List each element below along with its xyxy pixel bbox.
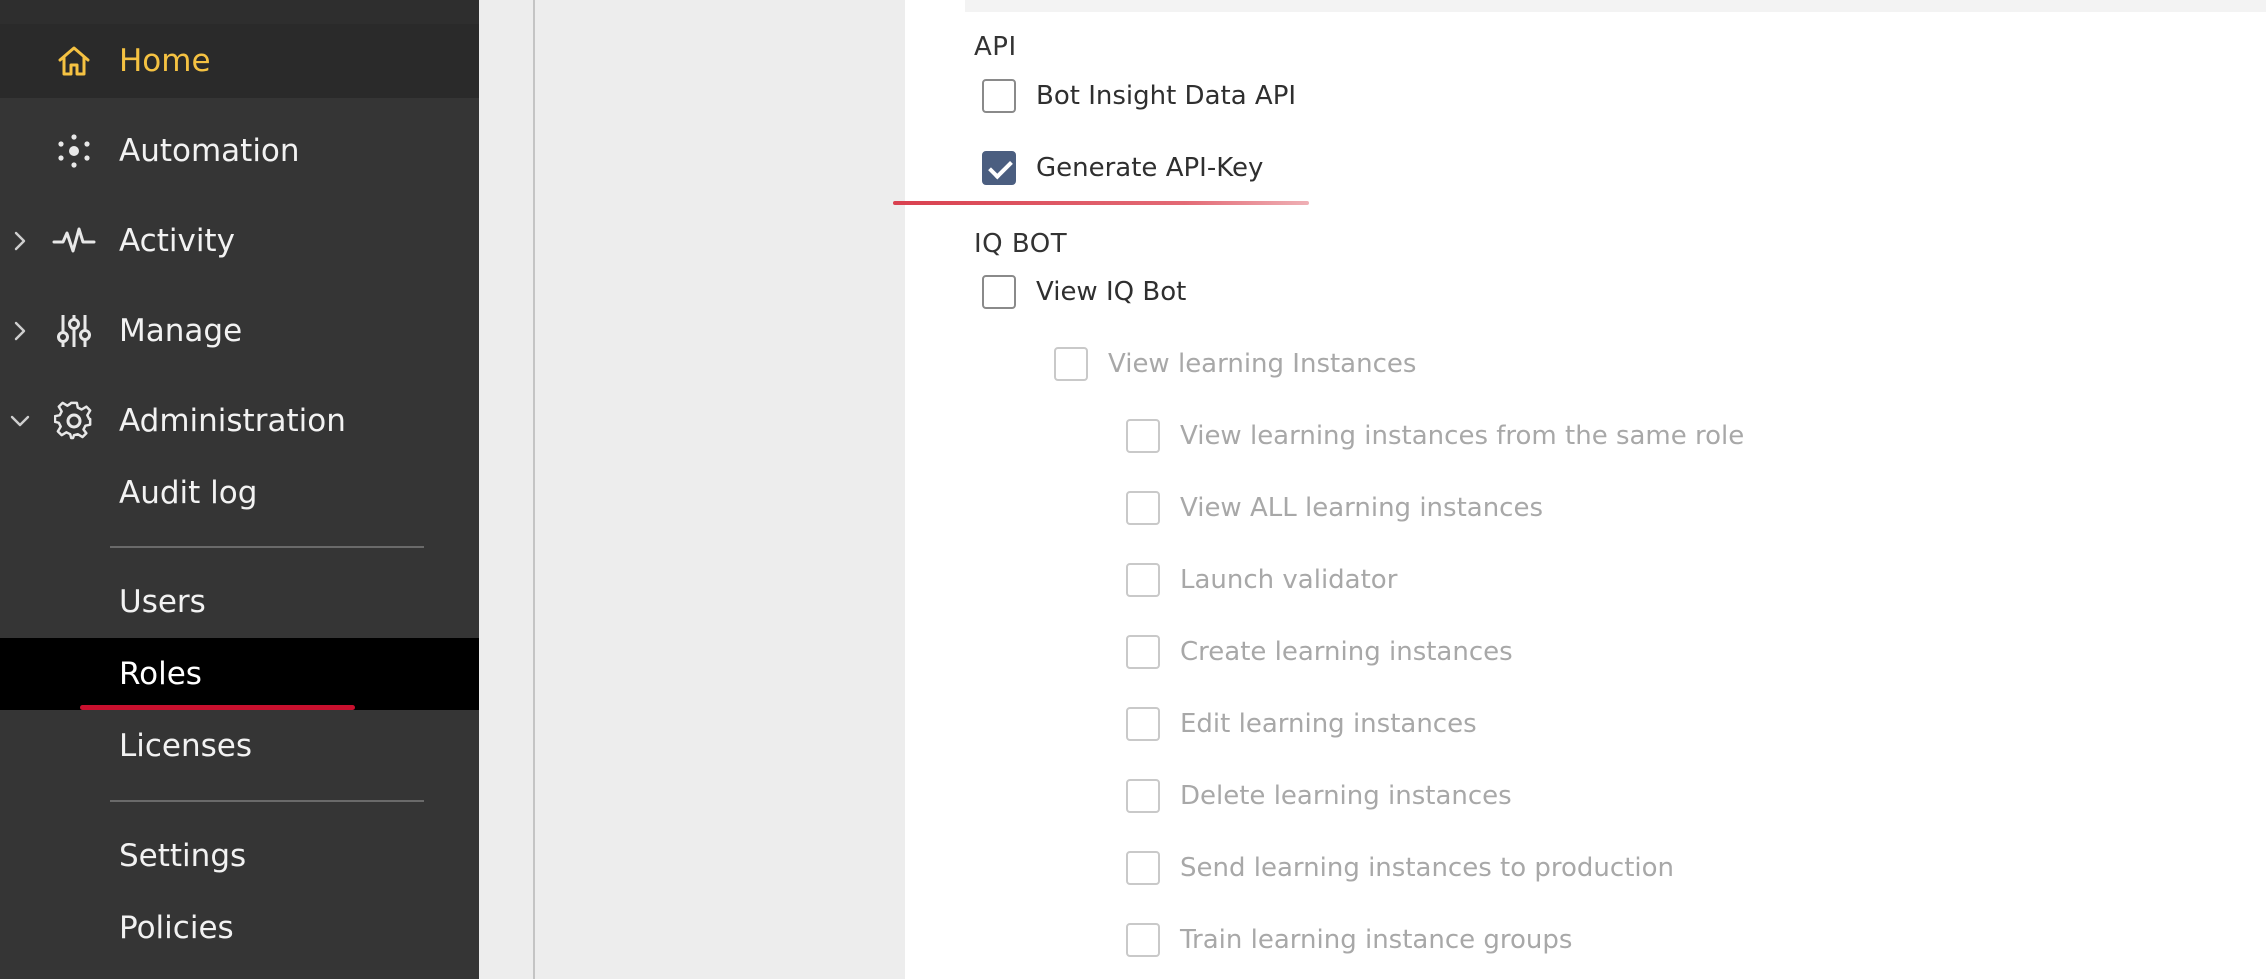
checkbox-label: View learning instances from the same ro…	[1180, 421, 1745, 451]
permission-view-iq-bot[interactable]: View IQ Bot	[982, 272, 1186, 312]
sidebar-item-label: Licenses	[119, 728, 253, 764]
sidebar-divider	[110, 546, 424, 548]
checkbox-label: Edit learning instances	[1180, 709, 1477, 739]
checkbox-checked[interactable]	[982, 151, 1016, 185]
nav-automation-label: Automation	[119, 133, 300, 169]
sidebar-item-policies[interactable]: Policies	[0, 892, 479, 964]
checkbox-label: Send learning instances to production	[1180, 853, 1675, 883]
sidebar-item-audit-log[interactable]: Audit log	[0, 457, 479, 529]
nav-manage[interactable]: Manage	[0, 294, 479, 368]
gear-icon	[52, 399, 96, 443]
sidebar-item-settings[interactable]: Settings	[0, 820, 479, 892]
panel-top-strip	[965, 0, 2266, 12]
activity-pulse-icon	[52, 219, 96, 263]
content-gutter	[479, 0, 905, 979]
sidebar-item-licenses[interactable]: Licenses	[0, 710, 479, 782]
permission-edit[interactable]: Edit learning instances	[1126, 704, 1477, 744]
nav-home-label: Home	[119, 43, 211, 79]
nav-administration-label: Administration	[119, 403, 346, 439]
checkbox[interactable]	[1126, 635, 1160, 669]
permission-send-to-production[interactable]: Send learning instances to production	[1126, 848, 1674, 888]
permission-generate-api-key[interactable]: Generate API-Key	[982, 148, 1263, 188]
sidebar-item-label: Roles	[119, 656, 202, 692]
permission-create[interactable]: Create learning instances	[1126, 632, 1513, 672]
checkbox-label: Launch validator	[1180, 565, 1398, 595]
chevron-right-icon[interactable]	[8, 319, 32, 343]
permission-view-learning-instances[interactable]: View learning Instances	[1054, 344, 1416, 384]
checkbox[interactable]	[1126, 563, 1160, 597]
sidebar-item-roles[interactable]: Roles	[0, 638, 479, 710]
checkbox-label: Generate API-Key	[1036, 153, 1264, 183]
permission-view-all[interactable]: View ALL learning instances	[1126, 488, 1543, 528]
checkbox[interactable]	[1126, 419, 1160, 453]
annotation-underline	[893, 201, 1309, 205]
sidebar: Home Automation Activity Manage Administ…	[0, 0, 479, 979]
checkbox[interactable]	[982, 275, 1016, 309]
checkbox[interactable]	[1126, 707, 1160, 741]
permission-bot-insight-data-api[interactable]: Bot Insight Data API	[982, 76, 1296, 116]
chevron-right-icon[interactable]	[8, 229, 32, 253]
nav-manage-label: Manage	[119, 313, 243, 349]
sidebar-divider	[110, 800, 424, 802]
checkbox-label: Create learning instances	[1180, 637, 1513, 667]
checkbox[interactable]	[1126, 491, 1160, 525]
checkbox[interactable]	[1054, 347, 1088, 381]
nav-administration[interactable]: Administration	[0, 384, 479, 458]
sidebar-item-label: Settings	[119, 838, 247, 874]
nav-home[interactable]: Home	[0, 24, 479, 98]
checkbox[interactable]	[1126, 851, 1160, 885]
section-title-iq-bot: IQ BOT	[974, 229, 1068, 259]
sidebar-item-label: Users	[119, 584, 206, 620]
checkbox-label: Train learning instance groups	[1180, 925, 1573, 955]
checkbox-label: Delete learning instances	[1180, 781, 1512, 811]
permission-view-same-role[interactable]: View learning instances from the same ro…	[1126, 416, 1744, 456]
sliders-icon	[52, 309, 96, 353]
checkbox[interactable]	[1126, 923, 1160, 957]
home-icon	[52, 39, 96, 83]
checkbox-label: View IQ Bot	[1036, 277, 1187, 307]
checkbox-label: View learning Instances	[1108, 349, 1417, 379]
permissions-panel	[905, 0, 2266, 979]
permission-train-groups[interactable]: Train learning instance groups	[1126, 920, 1572, 960]
annotation-underline	[80, 705, 355, 710]
permission-delete[interactable]: Delete learning instances	[1126, 776, 1512, 816]
checkbox-label: Bot Insight Data API	[1036, 81, 1297, 111]
sidebar-item-label: Policies	[119, 910, 234, 946]
chevron-down-icon[interactable]	[8, 409, 32, 433]
nav-activity[interactable]: Activity	[0, 204, 479, 278]
automation-icon	[52, 129, 96, 173]
sidebar-item-users[interactable]: Users	[0, 566, 479, 638]
gutter-divider	[533, 0, 535, 979]
sidebar-top-strip	[0, 0, 479, 24]
section-title-api: API	[974, 32, 1017, 62]
permission-launch-validator[interactable]: Launch validator	[1126, 560, 1397, 600]
nav-activity-label: Activity	[119, 223, 235, 259]
checkbox[interactable]	[982, 79, 1016, 113]
nav-automation[interactable]: Automation	[0, 114, 479, 188]
checkbox[interactable]	[1126, 779, 1160, 813]
sidebar-item-label: Audit log	[119, 475, 258, 511]
checkbox-label: View ALL learning instances	[1180, 493, 1544, 523]
